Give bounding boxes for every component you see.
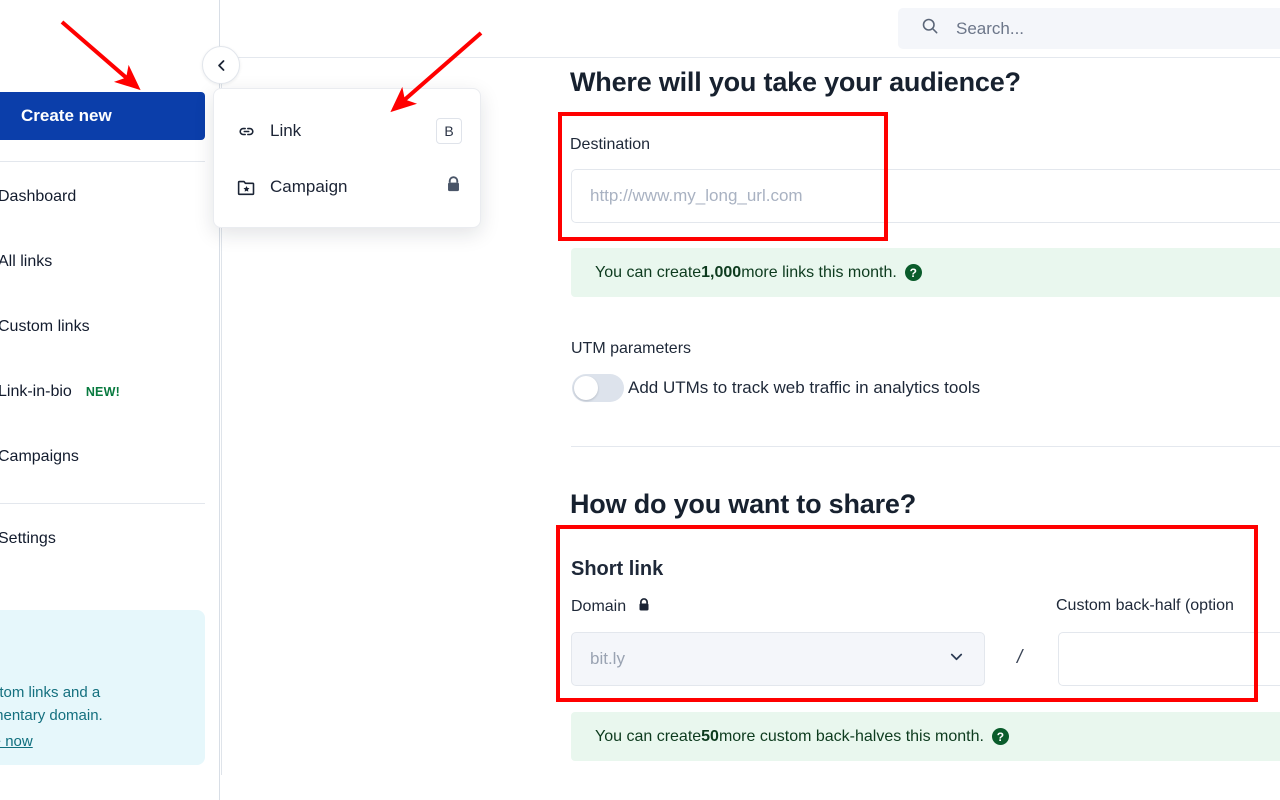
custom-backhalf-label: Custom back-half (option xyxy=(1056,597,1234,614)
utm-parameters-label: UTM parameters xyxy=(571,340,692,357)
create-new-dropdown-menu[interactable]: Link B Campaign xyxy=(213,88,481,228)
search-bar[interactable]: Search... xyxy=(898,8,1280,49)
sidebar-item-label: Campaigns xyxy=(0,448,79,465)
sidebar-item-custom-links[interactable]: Custom links xyxy=(0,305,205,349)
sidebar-divider-bottom xyxy=(0,503,205,504)
chevron-down-icon xyxy=(947,647,966,671)
domain-label: Domain xyxy=(571,597,651,618)
custom-backhalf-input[interactable] xyxy=(1058,632,1280,686)
lock-icon xyxy=(637,597,651,618)
sidebar-item-label: Custom links xyxy=(0,318,90,335)
sidebar-collapse-button[interactable] xyxy=(202,46,240,84)
utm-toggle-knob xyxy=(574,376,598,400)
menu-item-label: Link xyxy=(270,121,302,140)
utm-toggle[interactable] xyxy=(572,374,624,402)
keyboard-shortcut-badge: B xyxy=(436,118,462,144)
upgrade-promo-box[interactable]: custom links and a plimentary domain. ad… xyxy=(0,610,205,765)
sidebar-item-link-in-bio[interactable]: Link-in-bio NEW! xyxy=(0,370,205,414)
new-badge: NEW! xyxy=(85,385,120,399)
search-icon xyxy=(920,16,940,41)
sidebar-item-settings[interactable]: Settings xyxy=(0,517,205,561)
question-mark-icon[interactable]: ? xyxy=(904,264,922,281)
destination-label: Destination xyxy=(570,136,651,153)
destination-section-heading: Where will you take your audience? xyxy=(570,67,1021,97)
promo-line-2: plimentary domain. xyxy=(0,706,103,724)
quota-prefix: You can create xyxy=(595,263,702,281)
question-mark-icon[interactable]: ? xyxy=(991,728,1009,745)
sidebar-item-label: All links xyxy=(0,253,53,270)
menu-item-campaign[interactable]: Campaign xyxy=(214,159,480,215)
lock-icon xyxy=(445,175,462,199)
quota-prefix: You can create xyxy=(595,727,702,745)
link-icon xyxy=(236,121,264,142)
domain-select[interactable]: bit.ly xyxy=(571,632,985,686)
utm-toggle-description: Add UTMs to track web traffic in analyti… xyxy=(628,378,981,397)
search-placeholder-text: Search... xyxy=(956,18,1025,38)
sidebar-divider-top xyxy=(0,161,205,162)
sidebar-item-label: Link-in-bio xyxy=(0,383,72,400)
quota-count: 50 xyxy=(701,727,719,745)
promo-line-1: custom links and a xyxy=(0,684,101,701)
quota-suffix: more links this month. xyxy=(741,263,897,281)
quota-suffix: more custom back-halves this month. xyxy=(718,727,984,745)
short-link-label: Short link xyxy=(571,558,664,580)
link-quota-banner: You can create 1,000 more links this mon… xyxy=(571,248,1280,297)
domain-select-value: bit.ly xyxy=(590,649,625,668)
sidebar-item-label: Settings xyxy=(0,530,56,547)
folder-star-icon xyxy=(236,177,264,198)
menu-item-link[interactable]: Link B xyxy=(214,103,480,159)
sidebar-item-campaigns[interactable]: Campaigns xyxy=(0,435,205,479)
menu-item-label: Campaign xyxy=(270,177,348,196)
sidebar-item-label: Dashboard xyxy=(0,188,77,205)
sidebar-item-all-links[interactable]: All links xyxy=(0,240,205,284)
destination-input[interactable] xyxy=(571,169,1280,223)
quota-count: 1,000 xyxy=(701,263,742,281)
sidebar: Create new Dashboard All links Custom li… xyxy=(0,0,220,800)
create-new-button[interactable]: Create new xyxy=(0,92,205,140)
app-root: Create new Dashboard All links Custom li… xyxy=(0,0,1280,800)
url-separator: / xyxy=(1017,647,1023,668)
sidebar-item-dashboard[interactable]: Dashboard xyxy=(0,175,205,219)
share-section-heading: How do you want to share? xyxy=(570,489,917,519)
promo-upgrade-link[interactable]: ade now xyxy=(0,731,33,754)
chevron-left-icon xyxy=(217,59,224,71)
backhalf-quota-banner: You can create 50 more custom back-halve… xyxy=(571,712,1280,761)
section-divider xyxy=(571,446,1280,447)
